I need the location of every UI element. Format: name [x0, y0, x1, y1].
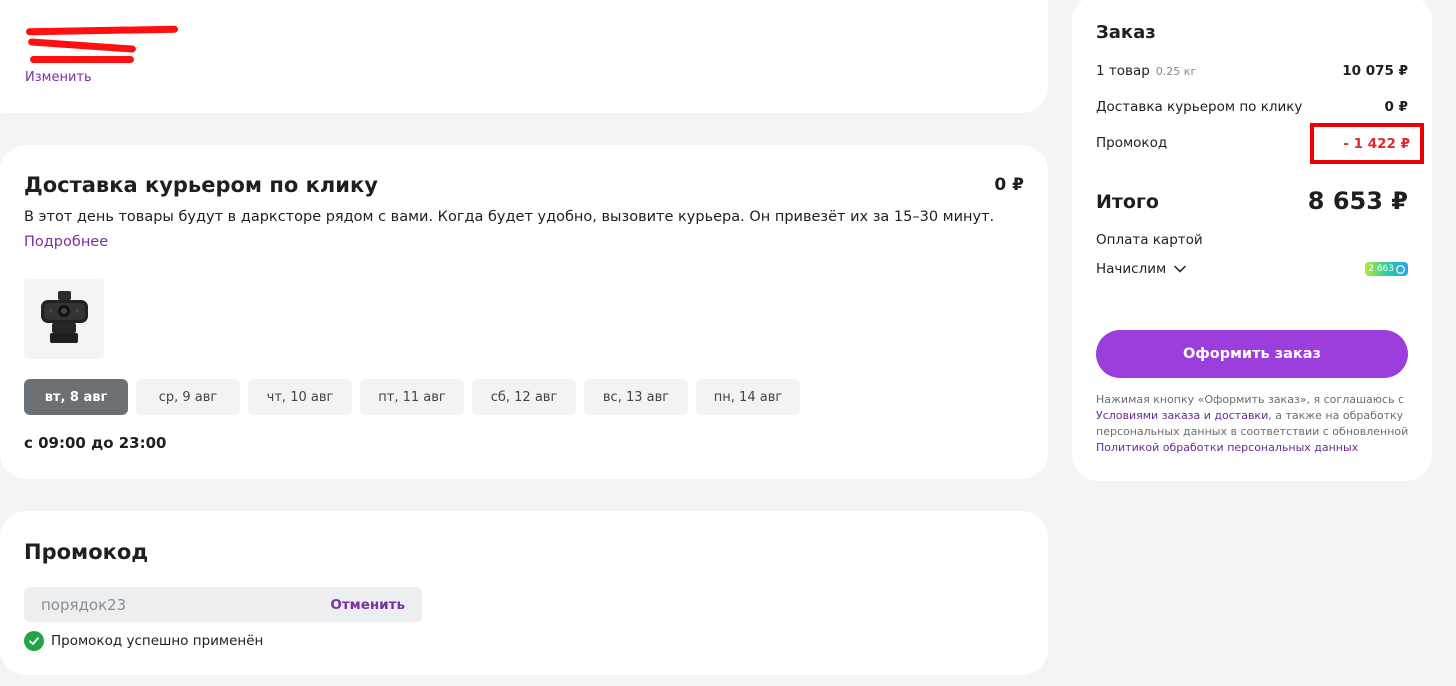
date-option[interactable]: сб, 12 авг	[472, 379, 576, 415]
legal-notice: Нажимая кнопку «Оформить заказ», я согла…	[1096, 392, 1412, 456]
address-card: Изменить	[0, 0, 1048, 113]
total-label: Итого	[1096, 191, 1159, 213]
promo-discount-value: - 1 422 ₽	[1343, 135, 1410, 152]
redacted-address-2	[27, 38, 137, 53]
delivery-description: В этот день товары будут в дарксторе ряд…	[24, 209, 995, 225]
items-label: 1 товар	[1096, 63, 1150, 79]
delivery-more-link[interactable]: Подробнее	[24, 234, 108, 250]
checkout-button[interactable]: Оформить заказ	[1096, 330, 1408, 378]
product-thumbnail[interactable]	[24, 279, 104, 359]
delivery-date-selector: вт, 8 авг ср, 9 авг чт, 10 авг пт, 11 ав…	[24, 379, 800, 415]
items-weight: 0.25 кг	[1155, 65, 1197, 78]
promo-label: Промокод	[1096, 135, 1168, 151]
bonus-accrual-toggle[interactable]: Начислим	[1096, 261, 1186, 277]
order-summary: Заказ 1 товар 0.25 кг 10 075 ₽ Доставка к…	[1072, 0, 1432, 481]
date-option[interactable]: пн, 14 авг	[696, 379, 800, 415]
bonus-coin-icon	[1396, 264, 1405, 274]
webcam-icon	[41, 291, 88, 343]
payment-method: Оплата картой	[1096, 232, 1203, 248]
date-option[interactable]: чт, 10 авг	[248, 379, 352, 415]
order-title: Заказ	[1096, 22, 1156, 43]
date-option[interactable]: вс, 13 авг	[584, 379, 688, 415]
date-option[interactable]: пт, 11 авг	[360, 379, 464, 415]
change-address-link[interactable]: Изменить	[25, 70, 92, 85]
promo-status: Промокод успешно применён	[24, 631, 263, 651]
items-row: 1 товар 0.25 кг 10 075 ₽	[1096, 63, 1408, 79]
delivery-label: Доставка курьером по клику	[1096, 99, 1303, 115]
date-option[interactable]: ср, 9 авг	[136, 379, 240, 415]
promo-status-text: Промокод успешно применён	[51, 633, 264, 649]
promo-code-field[interactable]: порядок23 Отменить	[24, 587, 422, 622]
total-value: 8 653 ₽	[1307, 187, 1408, 215]
promo-cancel-button[interactable]: Отменить	[330, 597, 405, 613]
promo-code-value: порядок23	[41, 595, 127, 614]
legal-text: Нажимая кнопку «Оформить заказ», я согла…	[1096, 393, 1405, 406]
redacted-address-3	[30, 56, 134, 63]
bonus-badge: 2 663	[1365, 262, 1408, 276]
delivery-value: 0 ₽	[1384, 99, 1409, 115]
delivery-time-range: с 09:00 до 23:00	[24, 434, 167, 452]
delivery-price: 0 ₽	[994, 175, 1024, 195]
chevron-down-icon	[1174, 265, 1186, 273]
delivery-card: Доставка курьером по клику 0 ₽ В этот де…	[0, 145, 1048, 479]
privacy-policy-link[interactable]: Политикой обработки персональных данных	[1096, 441, 1358, 454]
delivery-title: Доставка курьером по клику	[24, 173, 378, 197]
accrue-label: Начислим	[1096, 261, 1167, 277]
bonus-value: 2 663	[1368, 264, 1394, 274]
promo-title: Промокод	[24, 540, 149, 564]
items-value: 10 075 ₽	[1342, 63, 1408, 79]
promo-discount-highlight: - 1 422 ₽	[1310, 123, 1424, 164]
delivery-row: Доставка курьером по клику 0 ₽	[1096, 99, 1408, 115]
promo-card: Промокод порядок23 Отменить Промокод усп…	[0, 511, 1048, 675]
check-icon	[24, 631, 44, 651]
terms-link[interactable]: Условиями заказа и доставки	[1096, 409, 1268, 422]
date-option[interactable]: вт, 8 авг	[24, 379, 128, 415]
redacted-address	[25, 25, 179, 36]
